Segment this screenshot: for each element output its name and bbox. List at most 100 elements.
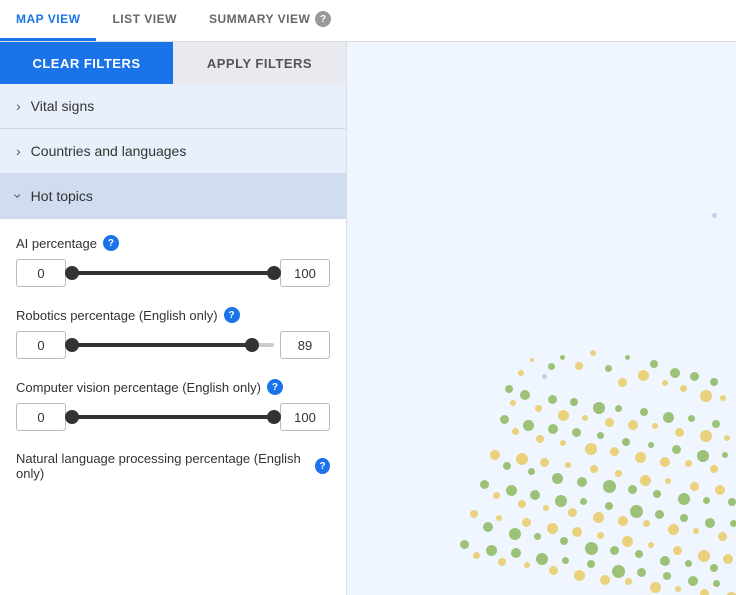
map-dot xyxy=(710,378,718,386)
map-dot xyxy=(670,368,680,378)
countries-languages-section-header[interactable]: › Countries and languages xyxy=(0,129,346,174)
summary-view-help-icon[interactable]: ? xyxy=(315,11,331,27)
map-dot xyxy=(587,560,595,568)
hot-topics-chevron: › xyxy=(10,194,26,199)
map-dot xyxy=(648,542,654,548)
map-dot xyxy=(668,524,679,535)
map-dot xyxy=(555,495,567,507)
nlp-filter: Natural language processing percentage (… xyxy=(16,451,330,481)
filter-buttons: CLEAR FILTERS APPLY FILTERS xyxy=(0,42,346,84)
robotics-percentage-min-input[interactable] xyxy=(16,331,66,359)
map-dot xyxy=(653,490,661,498)
map-dot xyxy=(637,568,646,577)
map-dot xyxy=(700,589,709,595)
map-dot xyxy=(510,400,516,406)
map-dot xyxy=(660,457,670,467)
map-dot xyxy=(597,532,604,539)
tab-summary-view[interactable]: SUMMARY VIEW ? xyxy=(193,0,347,41)
left-panel: CLEAR FILTERS APPLY FILTERS › Vital sign… xyxy=(0,42,347,595)
map-dot xyxy=(560,440,566,446)
ai-percentage-range-row xyxy=(16,259,330,287)
apply-filters-button[interactable]: APPLY FILTERS xyxy=(173,42,346,84)
ai-percentage-thumb-right[interactable] xyxy=(267,266,281,280)
computer-vision-thumb-left[interactable] xyxy=(65,410,79,424)
map-dot xyxy=(486,545,497,556)
map-dot xyxy=(500,415,509,424)
map-dot xyxy=(700,430,712,442)
map-dot xyxy=(572,428,581,437)
map-dot xyxy=(480,480,489,489)
map-dot xyxy=(635,550,643,558)
map-dot xyxy=(460,540,469,549)
computer-vision-thumb-right[interactable] xyxy=(267,410,281,424)
map-dot xyxy=(673,546,682,555)
map-dot xyxy=(585,443,597,455)
map-dot xyxy=(662,380,668,386)
map-dot xyxy=(528,468,535,475)
map-dot xyxy=(685,460,692,467)
map-dot xyxy=(618,516,628,526)
ai-percentage-help-icon[interactable]: ? xyxy=(103,235,119,251)
computer-vision-filter: Computer vision percentage (English only… xyxy=(16,379,330,431)
computer-vision-slider[interactable] xyxy=(72,403,274,431)
map-dot xyxy=(558,410,569,421)
map-dot xyxy=(540,458,549,467)
robotics-percentage-max-input[interactable] xyxy=(280,331,330,359)
map-dot xyxy=(700,390,712,402)
map-dot xyxy=(678,493,690,505)
map-dot xyxy=(724,435,730,441)
computer-vision-help-icon[interactable]: ? xyxy=(267,379,283,395)
computer-vision-range-row xyxy=(16,403,330,431)
map-dot xyxy=(718,532,727,541)
map-area[interactable] xyxy=(347,42,736,595)
ai-percentage-min-input[interactable] xyxy=(16,259,66,287)
map-dot xyxy=(615,470,622,477)
ai-percentage-track xyxy=(72,271,274,275)
map-dot xyxy=(505,385,513,393)
ai-percentage-slider[interactable] xyxy=(72,259,274,287)
computer-vision-min-input[interactable] xyxy=(16,403,66,431)
tab-map-view[interactable]: MAP VIEW xyxy=(0,0,96,41)
map-dot xyxy=(628,485,637,494)
robotics-percentage-slider[interactable] xyxy=(72,331,274,359)
map-dot xyxy=(693,528,699,534)
ai-percentage-thumb-left[interactable] xyxy=(65,266,79,280)
map-dot xyxy=(703,497,710,504)
map-dot xyxy=(590,465,598,473)
map-dot xyxy=(512,428,519,435)
map-dot xyxy=(548,363,555,370)
map-dot xyxy=(722,452,728,458)
tab-list-view[interactable]: LIST VIEW xyxy=(96,0,193,41)
vital-signs-section-header[interactable]: › Vital signs xyxy=(0,84,346,129)
robotics-percentage-thumb-left[interactable] xyxy=(65,338,79,352)
map-dot xyxy=(705,518,715,528)
map-dot xyxy=(503,462,511,470)
robotics-percentage-help-icon[interactable]: ? xyxy=(224,307,240,323)
map-dot xyxy=(605,418,614,427)
vital-signs-chevron: › xyxy=(16,98,21,114)
map-dot xyxy=(710,564,718,572)
map-dot xyxy=(543,505,549,511)
map-dot xyxy=(590,350,596,356)
map-dot xyxy=(675,586,681,592)
map-dot xyxy=(730,520,736,527)
nlp-help-icon[interactable]: ? xyxy=(315,458,330,474)
map-dot xyxy=(530,490,540,500)
map-dot xyxy=(660,556,670,566)
hot-topics-section-header[interactable]: › Hot topics xyxy=(0,174,346,219)
ai-percentage-max-input[interactable] xyxy=(280,259,330,287)
computer-vision-max-input[interactable] xyxy=(280,403,330,431)
map-dot xyxy=(522,518,531,527)
robotics-percentage-thumb-right[interactable] xyxy=(245,338,259,352)
robotics-percentage-filter: Robotics percentage (English only) ? xyxy=(16,307,330,359)
map-dot xyxy=(585,542,598,555)
map-dot xyxy=(688,576,698,586)
map-dot xyxy=(625,355,630,360)
map-dot xyxy=(536,435,544,443)
clear-filters-button[interactable]: CLEAR FILTERS xyxy=(0,42,173,84)
map-dot xyxy=(697,450,709,462)
map-dot xyxy=(605,502,613,510)
map-dot xyxy=(593,512,604,523)
map-dot xyxy=(574,570,585,581)
map-dot xyxy=(728,498,736,506)
